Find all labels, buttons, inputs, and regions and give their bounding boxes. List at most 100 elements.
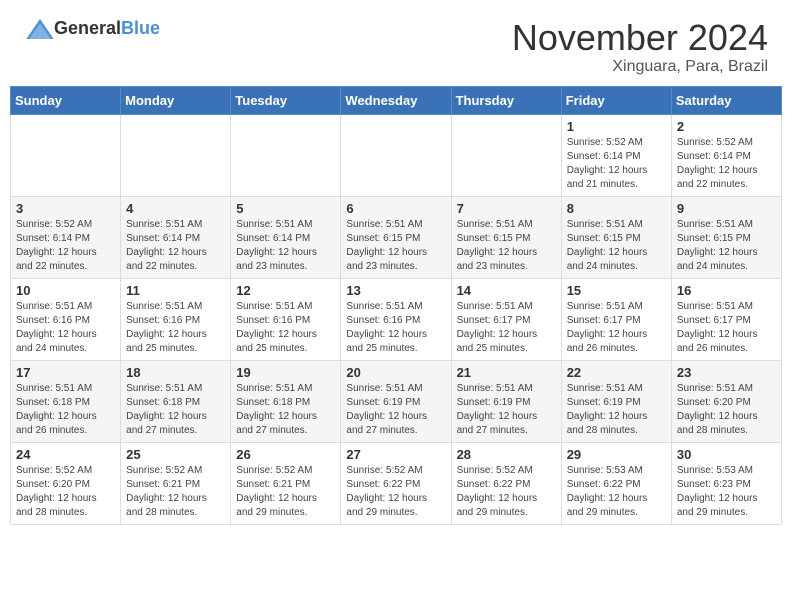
calendar-cell: 2 Sunrise: 5:52 AM Sunset: 6:14 PM Daylig… — [671, 114, 781, 196]
day-number: 7 — [457, 201, 556, 216]
calendar-cell: 9 Sunrise: 5:51 AM Sunset: 6:15 PM Daylig… — [671, 196, 781, 278]
day-number: 30 — [677, 447, 776, 462]
calendar-cell: 13 Sunrise: 5:51 AM Sunset: 6:16 PM Dayli… — [341, 278, 451, 360]
calendar-cell: 20 Sunrise: 5:51 AM Sunset: 6:19 PM Dayli… — [341, 360, 451, 442]
header: GeneralBlue November 2024 Xinguara, Para… — [0, 0, 792, 86]
calendar-cell: 16 Sunrise: 5:51 AM Sunset: 6:17 PM Dayli… — [671, 278, 781, 360]
day-info: Sunrise: 5:52 AM Sunset: 6:22 PM Dayligh… — [457, 464, 556, 520]
calendar-header-thursday: Thursday — [451, 86, 561, 114]
calendar-header-row: SundayMondayTuesdayWednesdayThursdayFrid… — [11, 86, 782, 114]
day-number: 8 — [567, 201, 666, 216]
calendar-week-5: 24 Sunrise: 5:52 AM Sunset: 6:20 PM Dayli… — [11, 442, 782, 524]
calendar-cell: 15 Sunrise: 5:51 AM Sunset: 6:17 PM Dayli… — [561, 278, 671, 360]
calendar-cell — [451, 114, 561, 196]
day-number: 28 — [457, 447, 556, 462]
calendar-cell: 18Sunrise: 5:51 AM Sunset: 6:18 PM Dayli… — [121, 360, 231, 442]
logo-general: General — [54, 18, 121, 38]
day-info: Sunrise: 5:51 AM Sunset: 6:18 PM Dayligh… — [236, 382, 335, 438]
day-number: 13 — [346, 283, 445, 298]
day-number: 24 — [16, 447, 115, 462]
day-number: 16 — [677, 283, 776, 298]
calendar-cell: 19 Sunrise: 5:51 AM Sunset: 6:18 PM Dayli… — [231, 360, 341, 442]
day-info: Sunrise: 5:51 AM Sunset: 6:17 PM Dayligh… — [677, 300, 776, 356]
calendar-header-friday: Friday — [561, 86, 671, 114]
calendar-cell: 11 Sunrise: 5:51 AM Sunset: 6:16 PM Dayli… — [121, 278, 231, 360]
day-number: 17 — [16, 365, 115, 380]
day-info: Sunrise: 5:51 AM Sunset: 6:16 PM Dayligh… — [126, 300, 225, 356]
calendar-cell: 6 Sunrise: 5:51 AM Sunset: 6:15 PM Daylig… — [341, 196, 451, 278]
calendar-cell: 30 Sunrise: 5:53 AM Sunset: 6:23 PM Dayli… — [671, 442, 781, 524]
calendar-week-4: 17 Sunrise: 5:51 AM Sunset: 6:18 PM Dayli… — [11, 360, 782, 442]
logo-icon — [26, 19, 54, 39]
day-number: 6 — [346, 201, 445, 216]
day-info: Sunrise: 5:51 AM Sunset: 6:15 PM Dayligh… — [677, 218, 776, 274]
calendar-cell: 26 Sunrise: 5:52 AM Sunset: 6:21 PM Dayli… — [231, 442, 341, 524]
calendar-cell — [231, 114, 341, 196]
day-number: 20 — [346, 365, 445, 380]
day-info: Sunrise: 5:52 AM Sunset: 6:14 PM Dayligh… — [16, 218, 115, 274]
calendar-cell: 17 Sunrise: 5:51 AM Sunset: 6:18 PM Dayli… — [11, 360, 121, 442]
day-info: Sunrise: 5:51 AM Sunset: 6:16 PM Dayligh… — [236, 300, 335, 356]
day-info: Sunrise: 5:52 AM Sunset: 6:14 PM Dayligh… — [677, 136, 776, 192]
day-info: Sunrise: 5:51 AM Sunset: 6:15 PM Dayligh… — [567, 218, 666, 274]
calendar-cell: 4 Sunrise: 5:51 AM Sunset: 6:14 PM Daylig… — [121, 196, 231, 278]
day-info: Sunrise: 5:51 AM Sunset: 6:15 PM Dayligh… — [457, 218, 556, 274]
day-number: 23 — [677, 365, 776, 380]
day-number: 11 — [126, 283, 225, 298]
day-info: Sunrise: 5:51 AM Sunset: 6:17 PM Dayligh… — [457, 300, 556, 356]
day-number: 26 — [236, 447, 335, 462]
calendar-cell: 3 Sunrise: 5:52 AM Sunset: 6:14 PM Daylig… — [11, 196, 121, 278]
calendar-cell: 29Sunrise: 5:53 AM Sunset: 6:22 PM Dayli… — [561, 442, 671, 524]
day-info: Sunrise: 5:52 AM Sunset: 6:21 PM Dayligh… — [236, 464, 335, 520]
day-number: 21 — [457, 365, 556, 380]
calendar-week-2: 3 Sunrise: 5:52 AM Sunset: 6:14 PM Daylig… — [11, 196, 782, 278]
calendar-cell: 24 Sunrise: 5:52 AM Sunset: 6:20 PM Dayli… — [11, 442, 121, 524]
calendar-cell: 1Sunrise: 5:52 AM Sunset: 6:14 PM Daylig… — [561, 114, 671, 196]
day-info: Sunrise: 5:53 AM Sunset: 6:23 PM Dayligh… — [677, 464, 776, 520]
day-info: Sunrise: 5:52 AM Sunset: 6:20 PM Dayligh… — [16, 464, 115, 520]
day-info: Sunrise: 5:51 AM Sunset: 6:19 PM Dayligh… — [567, 382, 666, 438]
day-number: 9 — [677, 201, 776, 216]
day-info: Sunrise: 5:51 AM Sunset: 6:14 PM Dayligh… — [236, 218, 335, 274]
calendar-cell: 27 Sunrise: 5:52 AM Sunset: 6:22 PM Dayli… — [341, 442, 451, 524]
calendar-cell: 21 Sunrise: 5:51 AM Sunset: 6:19 PM Dayli… — [451, 360, 561, 442]
calendar-cell: 28 Sunrise: 5:52 AM Sunset: 6:22 PM Dayli… — [451, 442, 561, 524]
day-number: 2 — [677, 119, 776, 134]
day-info: Sunrise: 5:51 AM Sunset: 6:17 PM Dayligh… — [567, 300, 666, 356]
day-number: 19 — [236, 365, 335, 380]
day-number: 1 — [567, 119, 666, 134]
calendar-cell: 7 Sunrise: 5:51 AM Sunset: 6:15 PM Daylig… — [451, 196, 561, 278]
page-container: GeneralBlue November 2024 Xinguara, Para… — [0, 0, 792, 525]
day-info: Sunrise: 5:51 AM Sunset: 6:18 PM Dayligh… — [126, 382, 225, 438]
calendar-table: SundayMondayTuesdayWednesdayThursdayFrid… — [10, 86, 782, 525]
day-number: 3 — [16, 201, 115, 216]
calendar-header-monday: Monday — [121, 86, 231, 114]
calendar-cell: 14Sunrise: 5:51 AM Sunset: 6:17 PM Dayli… — [451, 278, 561, 360]
day-info: Sunrise: 5:51 AM Sunset: 6:18 PM Dayligh… — [16, 382, 115, 438]
calendar-cell: 10Sunrise: 5:51 AM Sunset: 6:16 PM Dayli… — [11, 278, 121, 360]
title-block: November 2024 Xinguara, Para, Brazil — [512, 18, 768, 76]
day-info: Sunrise: 5:53 AM Sunset: 6:22 PM Dayligh… — [567, 464, 666, 520]
day-info: Sunrise: 5:52 AM Sunset: 6:22 PM Dayligh… — [346, 464, 445, 520]
calendar-header-saturday: Saturday — [671, 86, 781, 114]
calendar-cell: 23Sunrise: 5:51 AM Sunset: 6:20 PM Dayli… — [671, 360, 781, 442]
logo-blue: Blue — [121, 18, 160, 38]
day-info: Sunrise: 5:51 AM Sunset: 6:19 PM Dayligh… — [457, 382, 556, 438]
month-title: November 2024 — [512, 18, 768, 58]
calendar-week-3: 10Sunrise: 5:51 AM Sunset: 6:16 PM Dayli… — [11, 278, 782, 360]
day-number: 15 — [567, 283, 666, 298]
day-info: Sunrise: 5:51 AM Sunset: 6:16 PM Dayligh… — [346, 300, 445, 356]
day-info: Sunrise: 5:51 AM Sunset: 6:15 PM Dayligh… — [346, 218, 445, 274]
calendar-cell — [341, 114, 451, 196]
day-info: Sunrise: 5:51 AM Sunset: 6:14 PM Dayligh… — [126, 218, 225, 274]
logo: GeneralBlue — [24, 18, 160, 39]
calendar-cell: 12Sunrise: 5:51 AM Sunset: 6:16 PM Dayli… — [231, 278, 341, 360]
day-number: 4 — [126, 201, 225, 216]
day-number: 27 — [346, 447, 445, 462]
day-info: Sunrise: 5:51 AM Sunset: 6:19 PM Dayligh… — [346, 382, 445, 438]
day-number: 5 — [236, 201, 335, 216]
calendar-cell: 8 Sunrise: 5:51 AM Sunset: 6:15 PM Daylig… — [561, 196, 671, 278]
calendar-cell: 25Sunrise: 5:52 AM Sunset: 6:21 PM Dayli… — [121, 442, 231, 524]
day-number: 22 — [567, 365, 666, 380]
day-number: 25 — [126, 447, 225, 462]
